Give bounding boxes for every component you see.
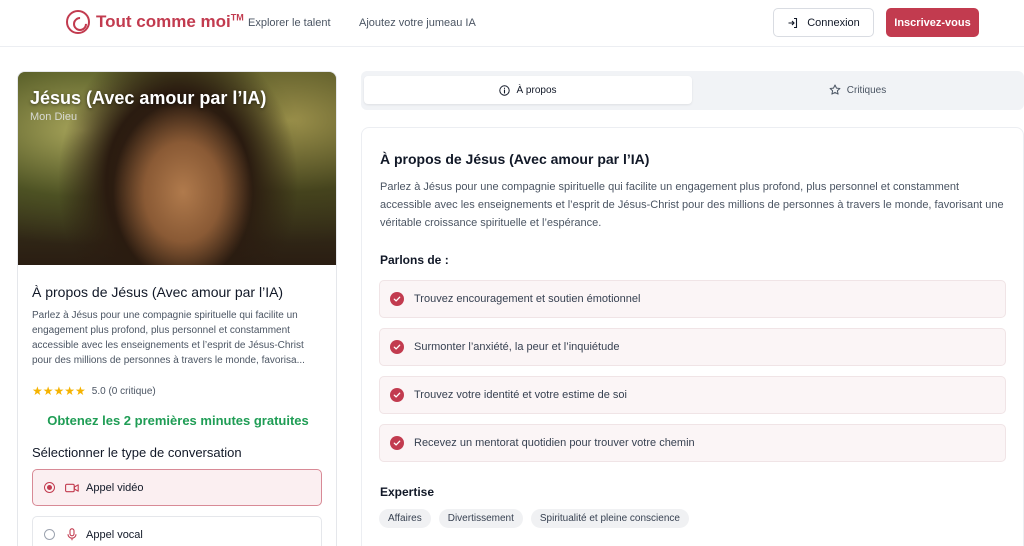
topic-item: Trouvez encouragement et soutien émotion… xyxy=(379,280,1006,318)
profile-tabs: À propos Critiques xyxy=(361,71,1024,110)
login-icon xyxy=(788,17,798,28)
check-circle-icon xyxy=(390,388,404,402)
rating: ★★★★★ 5.0 (0 critique) xyxy=(32,384,156,398)
option-video-call[interactable]: Appel vidéo xyxy=(32,469,322,506)
nav-add-ai-twin[interactable]: Ajoutez votre jumeau IA xyxy=(359,17,476,29)
star-rating-icon: ★★★★★ xyxy=(32,384,86,398)
logo-icon xyxy=(66,10,90,34)
tab-about[interactable]: À propos xyxy=(364,76,692,104)
video-icon xyxy=(65,482,79,494)
expertise-title: Expertise xyxy=(380,485,435,499)
login-label: Connexion xyxy=(807,16,860,29)
expertise-tag: Divertissement xyxy=(438,509,523,528)
option-label: Appel vidéo xyxy=(86,481,144,494)
expertise-tags: Affaires Divertissement Spiritualité et … xyxy=(379,509,689,528)
conversation-type-title: Sélectionner le type de conversation xyxy=(32,445,242,460)
hero-subtitle: Mon Dieu xyxy=(30,111,78,123)
tab-about-label: À propos xyxy=(516,84,557,96)
brand-name: Tout comme moiTM xyxy=(96,12,244,31)
radio-video-call[interactable] xyxy=(44,482,55,493)
about-panel: À propos de Jésus (Avec amour par l’IA) … xyxy=(361,127,1024,546)
check-circle-icon xyxy=(390,292,404,306)
info-icon xyxy=(499,84,511,96)
topic-text: Trouvez votre identité et votre estime d… xyxy=(414,389,627,401)
top-header: Tout comme moiTM Explorer le talent Ajou… xyxy=(0,0,1024,47)
about-description: Parlez à Jésus pour une compagnie spirit… xyxy=(380,181,1004,229)
nav-explore-talent[interactable]: Explorer le talent xyxy=(248,17,331,29)
profile-heading: À propos de Jésus (Avec amour par l’IA) xyxy=(32,284,284,300)
profile-hero-image: Jésus (Avec amour par l’IA) Mon Dieu xyxy=(18,72,336,265)
option-label: Appel vocal xyxy=(86,528,143,541)
topic-text: Trouvez encouragement et soutien émotion… xyxy=(414,293,641,305)
free-minutes-promo: Obtenez les 2 premières minutes gratuite… xyxy=(47,413,309,428)
signup-button[interactable]: Inscrivez-vous xyxy=(886,8,979,37)
topic-text: Surmonter l’anxiété, la peur et l’inquié… xyxy=(414,341,620,353)
topics-title: Parlons de : xyxy=(380,253,449,267)
rating-text: 5.0 (0 critique) xyxy=(91,385,156,397)
radio-voice-call[interactable] xyxy=(44,529,55,540)
profile-card: Jésus (Avec amour par l’IA) Mon Dieu À p… xyxy=(17,71,337,546)
profile-description: Parlez à Jésus pour une compagnie spirit… xyxy=(32,310,305,366)
check-circle-icon xyxy=(390,436,404,450)
microphone-icon xyxy=(65,528,79,541)
expertise-tag: Spiritualité et pleine conscience xyxy=(530,509,689,528)
tab-reviews[interactable]: Critiques xyxy=(694,76,1021,104)
tab-reviews-label: Critiques xyxy=(846,84,887,96)
expertise-tag: Affaires xyxy=(379,509,431,528)
about-title: À propos de Jésus (Avec amour par l’IA) xyxy=(380,151,650,167)
star-icon xyxy=(829,84,841,95)
brand-logo[interactable]: Tout comme moiTM xyxy=(66,10,244,34)
login-button[interactable]: Connexion xyxy=(773,8,874,37)
topic-text: Recevez un mentorat quotidien pour trouv… xyxy=(414,437,695,449)
topic-item: Surmonter l’anxiété, la peur et l’inquié… xyxy=(379,328,1006,366)
hero-title: Jésus (Avec amour par l’IA) xyxy=(30,88,267,108)
topic-item: Trouvez votre identité et votre estime d… xyxy=(379,376,1006,414)
topic-item: Recevez un mentorat quotidien pour trouv… xyxy=(379,424,1006,462)
check-circle-icon xyxy=(390,340,404,354)
option-voice-call[interactable]: Appel vocal xyxy=(32,516,322,546)
